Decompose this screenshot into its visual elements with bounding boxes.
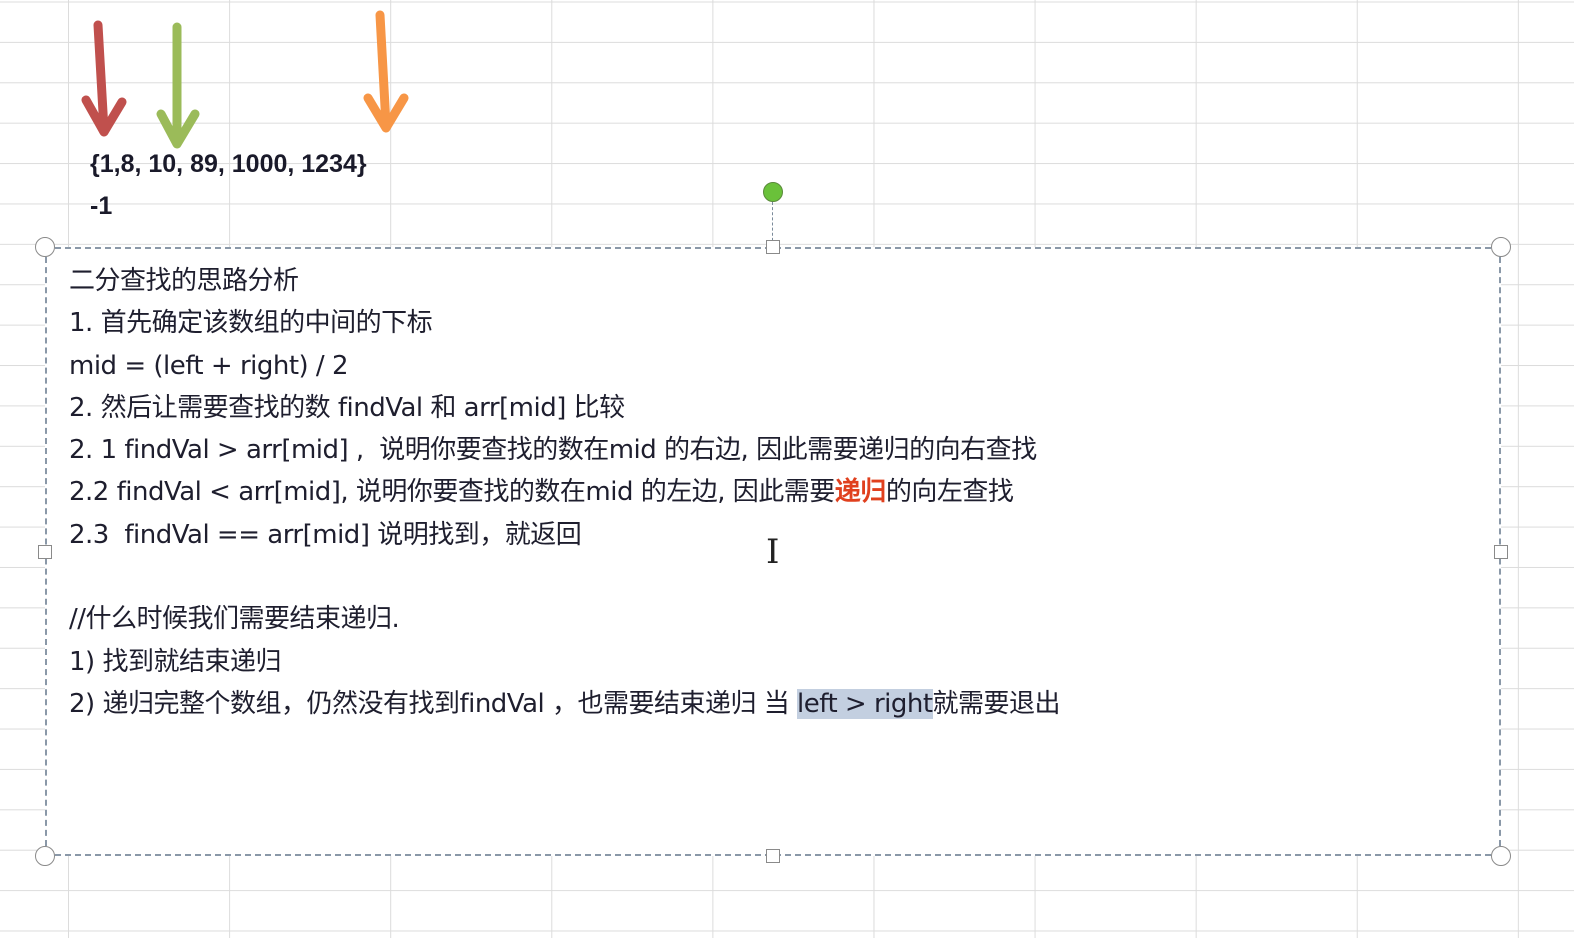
resize-handle-top-right[interactable]: [1491, 237, 1511, 257]
red-arrow-icon: [81, 20, 127, 137]
resize-handle-top[interactable]: [766, 240, 780, 254]
text-segment: 的向左查找: [885, 477, 1014, 508]
text-line: //什么时候我们需要结束递归.: [69, 598, 1060, 640]
text-segment: 二分查找的思路分析: [69, 266, 299, 296]
array-cell[interactable]: {1,8, 10, 89, 1000, 1234}: [90, 150, 367, 179]
text-segment: 1) 找到就结束递归: [69, 646, 281, 677]
resize-handle-bottom[interactable]: [766, 849, 780, 863]
green-arrow-icon: [156, 22, 200, 149]
rotate-handle[interactable]: [763, 182, 783, 202]
text-box-content[interactable]: 二分查找的思路分析 1. 首先确定该数组的中间的下标 mid = (left + r…: [69, 260, 1061, 725]
result-cell[interactable]: -1: [90, 192, 112, 221]
text-segment: 2) 递归完整个数组，仍然没有找到findVal ，也需要结束递归 当: [69, 688, 798, 719]
text-segment: 2. 然后让需要查找的数 findVal 和 arr[mid] 比较: [69, 392, 625, 423]
text-segment: 2. 1 findVal > arr[mid] , 说明你要查找的数在mid 的…: [69, 435, 1037, 466]
text-line: mid = (left + right) / 2: [69, 345, 1060, 387]
text-line: 2. 然后让需要查找的数 findVal 和 arr[mid] 比较: [69, 387, 1060, 429]
text-segment: 1. 首先确定该数组的中间的下标: [69, 308, 433, 339]
text-line: 二分查找的思路分析: [69, 260, 1060, 302]
resize-handle-left[interactable]: [38, 545, 52, 559]
highlighted-red-text: 递归: [834, 477, 887, 508]
resize-handle-bottom-right[interactable]: [1491, 846, 1511, 866]
text-segment: 2.2 findVal < arr[mid], 说明你要查找的数在mid 的左边…: [69, 477, 835, 508]
text-line: 2) 递归完整个数组，仍然没有找到findVal ，也需要结束递归 当 left…: [69, 683, 1061, 725]
text-line: 2. 1 findVal > arr[mid] , 说明你要查找的数在mid 的…: [69, 429, 1060, 471]
text-line: 2.2 findVal < arr[mid], 说明你要查找的数在mid 的左边…: [69, 471, 1060, 513]
text-segment: //什么时候我们需要结束递归.: [69, 604, 400, 635]
resize-handle-right[interactable]: [1494, 545, 1508, 559]
text-line: 2.3 findVal == arr[mid] 说明找到，就返回: [69, 514, 1060, 556]
resize-handle-top-left[interactable]: [35, 237, 55, 257]
text-cursor-icon: I: [766, 532, 780, 572]
text-segment: 就需要退出: [932, 688, 1061, 719]
text-segment: mid = (left + right) / 2: [69, 350, 349, 381]
selected-text: left > right: [797, 688, 933, 719]
text-line: 1. 首先确定该数组的中间的下标: [69, 302, 1060, 344]
orange-arrow-icon: [363, 10, 409, 133]
text-line: [69, 556, 1060, 598]
text-line: 1) 找到就结束递归: [69, 641, 1060, 683]
text-segment: 2.3 findVal == arr[mid] 说明找到，就返回: [69, 519, 582, 550]
resize-handle-bottom-left[interactable]: [35, 846, 55, 866]
